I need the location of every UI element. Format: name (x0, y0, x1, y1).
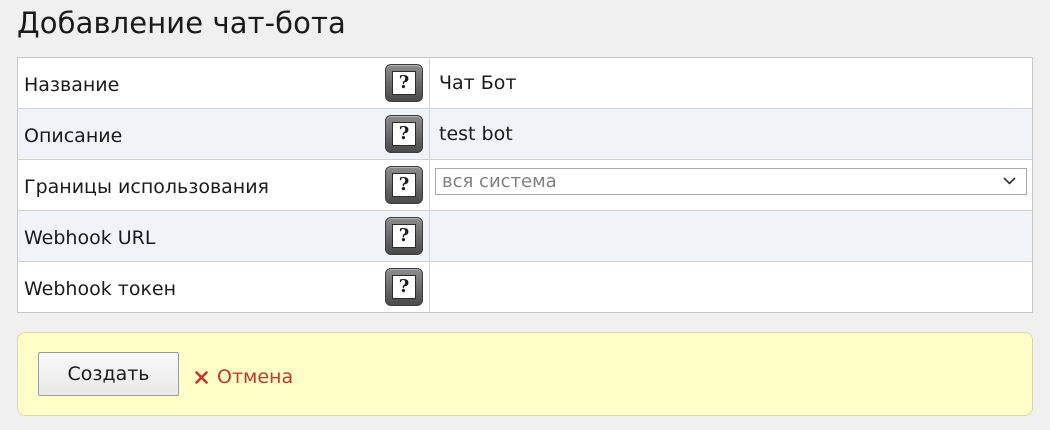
description-value: test bot (439, 123, 513, 145)
label-cell: Webhook токен ? (18, 262, 430, 312)
help-icon[interactable]: ? (385, 268, 423, 306)
webhook-url-field[interactable] (430, 211, 1032, 261)
create-button[interactable]: Создать (38, 352, 179, 396)
cancel-link[interactable]: Отмена (195, 366, 293, 388)
chevron-down-icon (1003, 177, 1016, 185)
chatbot-form: Название ? Чат Бот Описание ? test bot Г… (17, 57, 1033, 313)
usage-scope-select[interactable]: вся система (435, 168, 1027, 195)
help-icon[interactable]: ? (385, 64, 423, 102)
label-cell: Границы использования ? (18, 160, 430, 210)
form-row-name: Название ? Чат Бот (18, 58, 1032, 108)
form-row-description: Описание ? test bot (18, 108, 1032, 159)
help-glyph: ? (392, 275, 416, 299)
usage-scope-label: Границы использования (24, 176, 269, 198)
usage-scope-value: вся система (442, 171, 557, 192)
help-glyph: ? (392, 224, 416, 248)
label-cell: Название ? (18, 58, 430, 108)
name-field[interactable]: Чат Бот (430, 58, 1032, 108)
webhook-token-field[interactable] (430, 262, 1032, 312)
name-label: Название (24, 74, 120, 96)
form-row-webhook-url: Webhook URL ? (18, 210, 1032, 261)
action-panel: Создать Отмена (17, 332, 1033, 416)
page-title: Добавление чат-бота (17, 6, 346, 40)
help-icon[interactable]: ? (385, 166, 423, 204)
help-glyph: ? (392, 173, 416, 197)
webhook-url-label: Webhook URL (24, 227, 156, 249)
label-cell: Webhook URL ? (18, 211, 430, 261)
usage-scope-cell: вся система (430, 160, 1032, 210)
help-icon[interactable]: ? (385, 217, 423, 255)
close-icon (195, 370, 208, 384)
label-cell: Описание ? (18, 109, 430, 159)
form-row-usage-scope: Границы использования ? вся система (18, 159, 1032, 210)
form-row-webhook-token: Webhook токен ? (18, 261, 1032, 312)
webhook-token-label: Webhook токен (24, 278, 177, 300)
description-label: Описание (24, 125, 123, 147)
name-value: Чат Бот (439, 72, 517, 94)
help-glyph: ? (392, 71, 416, 95)
help-glyph: ? (392, 122, 416, 146)
description-field[interactable]: test bot (430, 109, 1032, 159)
cancel-label: Отмена (217, 366, 294, 388)
help-icon[interactable]: ? (385, 115, 423, 153)
